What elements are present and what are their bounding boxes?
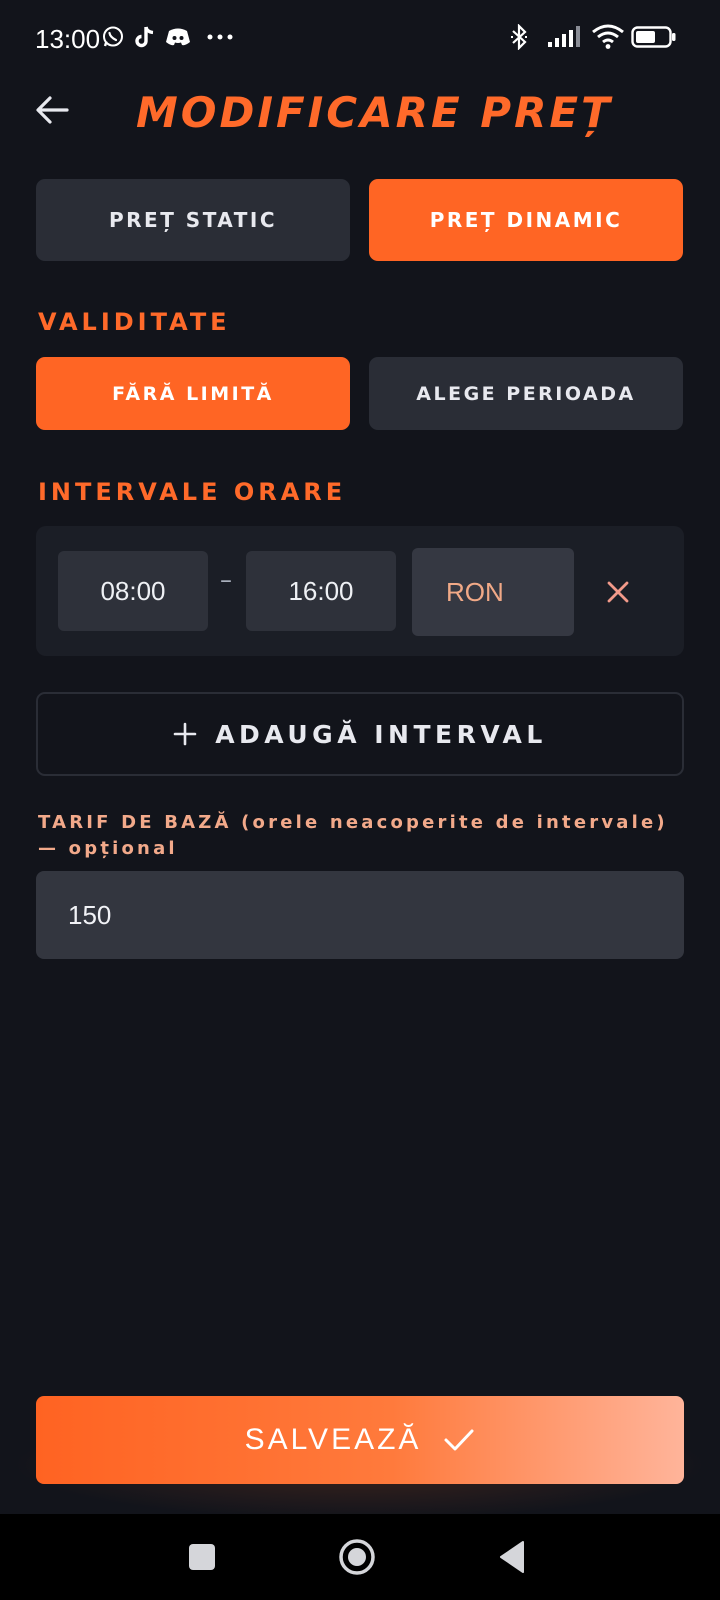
interval-price-input[interactable]: RON	[412, 548, 574, 636]
back-button[interactable]	[30, 88, 74, 132]
base-tariff-input[interactable]	[36, 871, 684, 959]
interval-separator: –	[220, 566, 232, 594]
save-label: SALVEAZĂ	[244, 1423, 422, 1456]
home-circle-icon	[339, 1539, 375, 1575]
signal-icon	[546, 22, 582, 52]
validity-section-title: VALIDITATE	[38, 308, 231, 336]
intervals-section-title: INTERVALE ORARE	[38, 478, 347, 506]
plus-icon	[173, 722, 197, 746]
save-button[interactable]: SALVEAZĂ	[36, 1396, 684, 1484]
end-time-field[interactable]: 16:00	[246, 551, 396, 631]
add-interval-label: ADAUGĂ INTERVAL	[215, 719, 547, 749]
system-back-button[interactable]	[487, 1532, 537, 1582]
system-nav-bar	[0, 1514, 720, 1600]
wifi-icon	[590, 22, 626, 52]
remove-interval-button[interactable]	[596, 570, 640, 614]
bluetooth-icon	[506, 22, 532, 52]
status-time: 13:00	[35, 24, 101, 54]
whatsapp-icon	[100, 22, 126, 52]
page-title: MODIFICARE PREȚ	[136, 88, 613, 137]
interval-row: 08:00 – 16:00 RON	[36, 526, 684, 656]
discord-icon	[164, 22, 192, 52]
arrow-left-icon	[36, 96, 69, 124]
no-limit-button[interactable]: FĂRĂ LIMITĂ	[36, 357, 350, 430]
back-triangle-icon	[500, 1541, 524, 1573]
base-tariff-label: TARIF DE BAZĂ (orele neacoperite de inte…	[38, 812, 668, 859]
static-price-button[interactable]: PREȚ STATIC	[36, 179, 350, 261]
dynamic-price-button[interactable]: PREȚ DINAMIC	[369, 179, 683, 261]
close-icon	[607, 581, 629, 603]
recents-square-icon	[189, 1544, 215, 1570]
status-bar: 13:00	[0, 0, 720, 78]
recents-button[interactable]	[177, 1532, 227, 1582]
battery-icon	[630, 22, 678, 52]
tiktok-icon	[132, 22, 158, 52]
start-time-field[interactable]: 08:00	[58, 551, 208, 631]
add-interval-button[interactable]: ADAUGĂ INTERVAL	[36, 692, 684, 776]
home-button[interactable]	[332, 1532, 382, 1582]
more-dots-icon	[204, 22, 236, 52]
choose-period-button[interactable]: ALEGE PERIOADA	[369, 357, 683, 430]
checkmark-icon	[444, 1429, 474, 1451]
screen: 13:00 MODIFICARE PREȚ PREȚ STATIC PREȚ D…	[0, 0, 720, 1600]
